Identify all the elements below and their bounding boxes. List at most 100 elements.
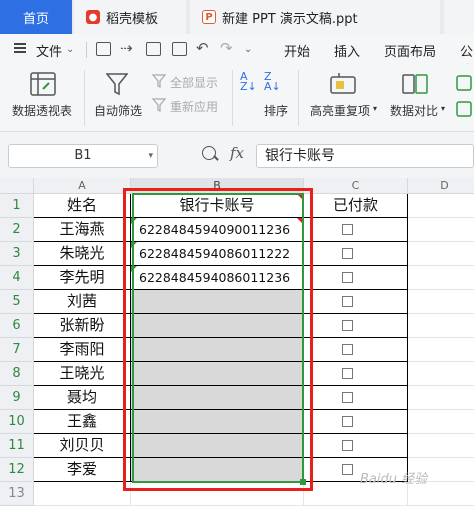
paid-cell[interactable]	[304, 266, 408, 290]
data-compare-icon[interactable]	[402, 72, 428, 96]
column-header-d[interactable]: D	[408, 178, 474, 194]
account-cell[interactable]	[131, 362, 304, 386]
table-cell[interactable]	[408, 386, 474, 410]
undo-icon[interactable]: ↶	[196, 39, 209, 57]
paid-checkbox[interactable]	[342, 464, 353, 475]
chevron-down-icon[interactable]: ▾	[373, 104, 377, 113]
paid-cell[interactable]	[304, 338, 408, 362]
account-cell[interactable]	[131, 458, 304, 482]
name-cell[interactable]: 朱晓光	[34, 242, 131, 266]
chevron-down-icon[interactable]: ⌄	[66, 44, 74, 55]
header-cell[interactable]: 已付款	[304, 194, 408, 218]
name-cell[interactable]: 王海燕	[34, 218, 131, 242]
account-cell[interactable]	[131, 410, 304, 434]
table-cell[interactable]	[408, 338, 474, 362]
name-cell[interactable]: 李爱	[34, 458, 131, 482]
row-header[interactable]: 6	[0, 314, 34, 338]
print-icon[interactable]	[146, 42, 161, 56]
paid-checkbox[interactable]	[342, 296, 353, 307]
row-header[interactable]: 13	[0, 482, 34, 506]
account-cell[interactable]: 6228484594086011222	[131, 242, 304, 266]
chevron-down-icon[interactable]: ▾	[148, 145, 153, 167]
column-header-b[interactable]: B	[131, 178, 304, 194]
name-cell[interactable]: 张新盼	[34, 314, 131, 338]
name-cell[interactable]: 李雨阳	[34, 338, 131, 362]
paid-cell[interactable]	[304, 410, 408, 434]
name-cell[interactable]: 王晓光	[34, 362, 131, 386]
sort-descending-icon[interactable]: Z A↓	[264, 71, 281, 92]
zoom-icon[interactable]	[202, 146, 216, 160]
table-cell[interactable]	[131, 482, 304, 506]
account-cell[interactable]	[131, 338, 304, 362]
account-cell[interactable]	[131, 434, 304, 458]
paid-checkbox[interactable]	[342, 416, 353, 427]
fx-icon[interactable]: fx	[230, 144, 244, 162]
tab-docer-templates[interactable]: ● 稻壳模板	[74, 0, 186, 34]
table-cell[interactable]	[408, 410, 474, 434]
paid-cell[interactable]	[304, 314, 408, 338]
pivot-table-icon[interactable]	[30, 72, 56, 96]
table-cell[interactable]	[408, 266, 474, 290]
export-icon[interactable]: ⇢	[120, 39, 133, 57]
sort-ascending-icon[interactable]: A Z↓	[240, 71, 257, 92]
paid-checkbox[interactable]	[342, 440, 353, 451]
account-cell[interactable]	[131, 314, 304, 338]
table-cell[interactable]	[408, 290, 474, 314]
tab-home[interactable]: 首页	[0, 0, 72, 34]
paid-checkbox[interactable]	[342, 272, 353, 283]
table-cell[interactable]	[408, 194, 474, 218]
paid-cell[interactable]	[304, 362, 408, 386]
account-cell[interactable]	[131, 290, 304, 314]
menu-start[interactable]: 开始	[284, 41, 310, 60]
name-cell[interactable]: 王鑫	[34, 410, 131, 434]
table-cell[interactable]	[408, 434, 474, 458]
highlight-duplicates-button[interactable]: 高亮重复项	[310, 102, 370, 119]
menu-file[interactable]: 文件	[36, 41, 62, 60]
table-cell[interactable]	[408, 314, 474, 338]
name-cell[interactable]: 刘贝贝	[34, 434, 131, 458]
redo-icon[interactable]: ↷	[220, 39, 233, 57]
name-cell[interactable]: 李先明	[34, 266, 131, 290]
show-all-button[interactable]: 全部显示	[170, 74, 218, 91]
paid-cell[interactable]	[304, 242, 408, 266]
column-header-c[interactable]: C	[304, 178, 408, 194]
select-all-corner[interactable]	[0, 178, 34, 194]
row-header[interactable]: 12	[0, 458, 34, 482]
chevron-down-icon[interactable]: ⌄	[244, 44, 252, 55]
tab-more[interactable]	[444, 0, 474, 34]
row-header[interactable]: 9	[0, 386, 34, 410]
row-header[interactable]: 7	[0, 338, 34, 362]
paid-checkbox[interactable]	[342, 344, 353, 355]
menu-page-layout[interactable]: 页面布局	[384, 41, 436, 60]
save-icon[interactable]	[96, 42, 111, 56]
row-header[interactable]: 4	[0, 266, 34, 290]
pivot-table-button[interactable]: 数据透视表	[12, 102, 72, 119]
header-cell[interactable]: 姓名	[34, 194, 131, 218]
reapply-button[interactable]: 重新应用	[170, 98, 218, 115]
paid-checkbox[interactable]	[342, 224, 353, 235]
fill-handle[interactable]	[300, 479, 306, 485]
account-cell[interactable]: 6228484594086011236	[131, 266, 304, 290]
paid-cell[interactable]	[304, 218, 408, 242]
table-cell[interactable]	[34, 482, 131, 506]
name-cell[interactable]: 刘茜	[34, 290, 131, 314]
table-cell[interactable]	[408, 362, 474, 386]
print-preview-icon[interactable]	[172, 42, 187, 56]
filter-icon[interactable]	[106, 72, 128, 96]
tab-ppt-document[interactable]: P 新建 PPT 演示文稿.ppt	[190, 0, 440, 34]
paid-cell[interactable]	[304, 386, 408, 410]
highlight-duplicates-icon[interactable]	[330, 72, 356, 96]
row-header[interactable]: 10	[0, 410, 34, 434]
paid-cell[interactable]	[304, 434, 408, 458]
column-header-a[interactable]: A	[34, 178, 131, 194]
chevron-down-icon[interactable]: ▾	[441, 104, 445, 113]
table-cell[interactable]	[408, 242, 474, 266]
row-header[interactable]: 3	[0, 242, 34, 266]
row-header[interactable]: 1	[0, 194, 34, 218]
account-cell[interactable]: 6228484594090011236	[131, 218, 304, 242]
header-cell[interactable]: 银行卡账号	[131, 194, 304, 218]
worksheet-grid[interactable]: A B C D 1 姓名 银行卡账号 已付款 2 王海燕 6228484594090011236 3 朱…	[0, 178, 474, 515]
autofilter-button[interactable]: 自动筛选	[94, 102, 142, 119]
table-cell[interactable]	[408, 218, 474, 242]
sort-button[interactable]: 排序	[264, 102, 288, 119]
